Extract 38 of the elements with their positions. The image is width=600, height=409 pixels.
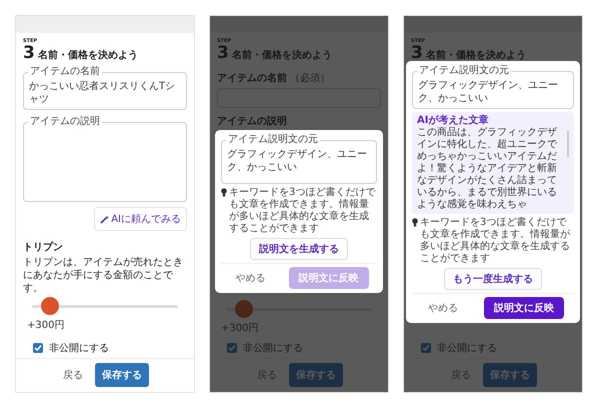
ai-result-text: この商品は、グラフィックデザインに特化した、超ユニークでめっちゃかっこいいアイテムだよ！驚くようなアイデアと斬新なデザインがたくさん詰まっているから、まるで別世界にいるような感覚を味わえちゃ (417, 127, 558, 211)
field-label: アイテムの説明 (217, 114, 288, 128)
step-title: 名前・価格を決めよう (232, 48, 332, 62)
step-title: 名前・価格を決めよう (426, 48, 526, 62)
save-button[interactable]: 保存する (95, 363, 149, 387)
field-label: アイテム説明文の元 (226, 134, 320, 145)
price-value: +300円 (221, 322, 260, 335)
wand-icon (100, 214, 110, 224)
required-note: （必須） (290, 72, 330, 85)
slider-thumb[interactable] (40, 297, 59, 315)
lightbulb-icon (221, 188, 227, 197)
checkbox-label: 非公開にする (437, 342, 497, 355)
cancel-button[interactable]: やめる (230, 270, 272, 286)
step-number: 3 (23, 44, 35, 62)
cancel-button[interactable]: やめる (422, 300, 464, 316)
hint-text: キーワードを3つほど書くだけでも文章を作成できます。情報量が多いほど具体的な文章を生成することができます (229, 187, 376, 235)
lightbulb-icon (412, 218, 418, 227)
checkbox-label: 非公開にする (49, 342, 109, 355)
generate-button[interactable]: もう一度生成する (444, 268, 542, 290)
step-number: 3 (411, 44, 423, 62)
field-label: アイテムの説明 (28, 116, 102, 127)
checkbox[interactable] (33, 343, 43, 353)
ai-result-title: AIが考えた文章 (417, 115, 490, 126)
generate-button[interactable]: 説明文を生成する (250, 238, 348, 260)
scrollbar (567, 131, 569, 157)
price-label: トリプン (23, 240, 64, 254)
step-number: 3 (217, 44, 229, 62)
apply-button[interactable]: 説明文に反映 (484, 297, 564, 319)
ai-button[interactable]: AIに頼んでみる (94, 207, 187, 231)
hint-text: キーワードを3つほど書くだけでも文章を作成できます。情報量が多いほど具体的な文章を生成することができます (420, 217, 571, 265)
field-label: アイテムの名前 (28, 66, 102, 77)
back-button[interactable]: 戻る (61, 366, 85, 384)
step-title: 名前・価格を決めよう (38, 48, 138, 62)
price-value: +300円 (27, 319, 66, 332)
field-label: アイテムの名前 (217, 72, 287, 85)
field-label: アイテム説明文の元 (417, 65, 511, 76)
price-description: トリプンは、アイテムが売れたときにあなたが手にする金額のことです。 (23, 256, 184, 295)
checkbox-label: 非公開にする (243, 342, 303, 355)
